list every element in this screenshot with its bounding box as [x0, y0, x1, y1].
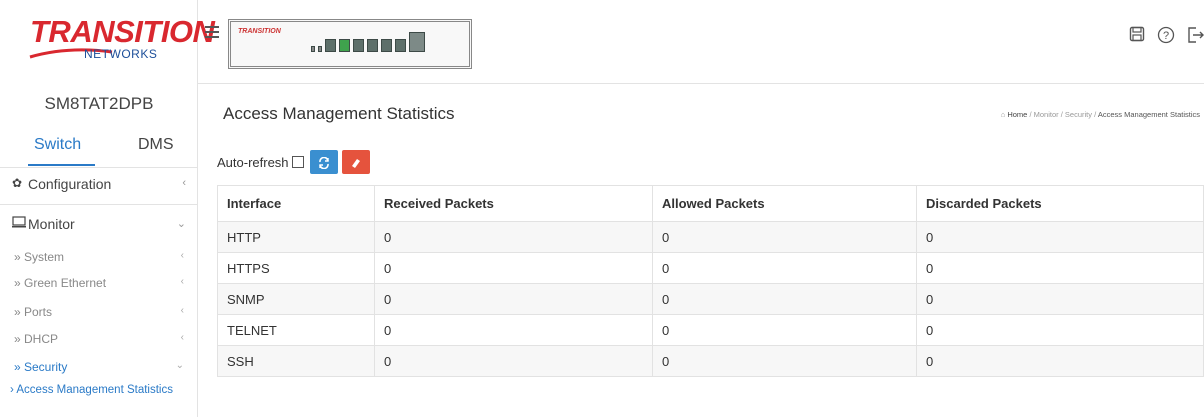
sfp-port	[409, 32, 425, 52]
auto-refresh-checkbox[interactable]	[291, 156, 304, 168]
menu-toggle-icon[interactable]	[205, 26, 219, 40]
home-icon: ⌂	[1000, 110, 1006, 119]
refresh-controls: Auto-refresh	[217, 150, 374, 174]
chevron-left-icon: ‹	[180, 276, 184, 287]
table-header-row: Interface Received Packets Allowed Packe…	[217, 185, 1204, 222]
cell-interface: HTTP	[217, 221, 375, 253]
chevron-left-icon: ‹	[180, 332, 184, 343]
breadcrumb-home[interactable]: Home	[1007, 110, 1027, 119]
column-header-interface: Interface	[217, 185, 375, 222]
cell-interface: HTTPS	[217, 252, 375, 284]
cell-received: 0	[374, 221, 653, 253]
sidebar-leaf-label: › Access Management Statistics	[10, 384, 173, 396]
table-row: HTTPS 0 0 0	[217, 252, 1204, 284]
sidebar-subitem-label: » Security	[14, 360, 68, 374]
chevron-down-icon: ⌄	[175, 360, 184, 371]
device-ports	[311, 32, 425, 52]
sidebar-subitem-label: » DHCP	[14, 332, 59, 346]
cell-allowed: 0	[652, 314, 917, 346]
cell-discarded: 0	[916, 314, 1204, 346]
chevron-left-icon: ‹	[182, 177, 186, 189]
device-model: SM8TAT2DPB	[44, 94, 154, 113]
port-6	[395, 39, 406, 52]
breadcrumb-current: Access Management Statistics	[1097, 110, 1200, 119]
sidebar-item-configuration[interactable]: ✿ Configuration ‹	[0, 176, 198, 196]
breadcrumb: ⌂ Home / Monitor / Security / Access Man…	[1001, 110, 1200, 119]
gear-icon: ✿	[12, 176, 23, 190]
sidebar-divider	[0, 204, 198, 205]
refresh-icon	[318, 156, 329, 169]
logo-text: TRANSITION	[30, 14, 215, 49]
svg-text:?: ?	[1163, 30, 1169, 42]
sidebar: SM8TAT2DPB Switch DMS ✿ Configuration ‹ …	[0, 84, 198, 417]
sidebar-tabs: Switch DMS	[0, 132, 198, 168]
statistics-table: Interface Received Packets Allowed Packe…	[217, 185, 1204, 377]
top-header: TRANSITION NETWORKS TRANSITION ?	[0, 0, 1204, 84]
port-2	[339, 39, 350, 52]
port-led	[311, 46, 315, 52]
logout-icon[interactable]	[1186, 26, 1204, 44]
chevron-left-icon: ‹	[180, 305, 184, 316]
cell-allowed: 0	[652, 221, 917, 253]
cell-discarded: 0	[916, 252, 1204, 284]
chevron-down-icon: ⌄	[176, 218, 186, 230]
cell-discarded: 0	[916, 283, 1204, 315]
main-content: Access Management Statistics ⌂ Home / Mo…	[199, 84, 1204, 417]
eraser-icon	[351, 158, 360, 168]
cell-interface: TELNET	[217, 314, 375, 346]
chevron-left-icon: ‹	[180, 250, 184, 261]
cell-received: 0	[374, 345, 653, 377]
sidebar-subitem-label: » Ports	[14, 305, 53, 319]
breadcrumb-monitor[interactable]: Monitor	[1034, 110, 1059, 119]
brand-logo[interactable]: TRANSITION NETWORKS	[0, 0, 215, 84]
help-icon[interactable]: ?	[1157, 26, 1175, 44]
table-row: SNMP 0 0 0	[217, 283, 1204, 315]
cell-discarded: 0	[916, 221, 1204, 253]
cell-received: 0	[374, 283, 653, 315]
port-3	[353, 39, 364, 52]
port-5	[381, 39, 392, 52]
breadcrumb-security[interactable]: Security	[1065, 110, 1092, 119]
sidebar-subitem-label: » Green Ethernet	[14, 276, 107, 290]
cell-discarded: 0	[916, 345, 1204, 377]
cell-allowed: 0	[652, 345, 917, 377]
clear-button[interactable]	[341, 150, 370, 174]
cell-received: 0	[374, 314, 653, 346]
cell-interface: SSH	[217, 345, 375, 377]
tab-switch[interactable]: Switch	[27, 136, 96, 166]
table-row: HTTP 0 0 0	[217, 221, 1204, 253]
column-header-received: Received Packets	[374, 185, 653, 222]
port-led	[318, 46, 322, 52]
cell-allowed: 0	[652, 252, 917, 284]
sidebar-subitem-label: » System	[14, 250, 65, 264]
sidebar-item-label: Configuration	[28, 176, 112, 192]
device-panel-image: TRANSITION	[228, 19, 472, 69]
device-brand-text: TRANSITION	[238, 28, 281, 35]
column-header-allowed: Allowed Packets	[652, 185, 917, 222]
sidebar-item-monitor[interactable]: Monitor ⌄	[0, 216, 198, 236]
cell-interface: SNMP	[217, 283, 375, 315]
save-icon[interactable]	[1128, 26, 1146, 44]
cell-allowed: 0	[652, 283, 917, 315]
logo-subtext: NETWORKS	[84, 47, 158, 61]
table-row: TELNET 0 0 0	[217, 314, 1204, 346]
table-row: SSH 0 0 0	[217, 345, 1204, 377]
port-4	[367, 39, 378, 52]
page-title: Access Management Statistics	[223, 104, 455, 123]
sidebar-leaf-access-management-statistics[interactable]: › Access Management Statistics	[0, 383, 198, 415]
refresh-button[interactable]	[309, 150, 338, 174]
column-header-discarded: Discarded Packets	[916, 185, 1204, 222]
cell-received: 0	[374, 252, 653, 284]
monitor-icon	[12, 216, 26, 231]
auto-refresh-label: Auto-refresh	[217, 154, 289, 170]
sidebar-item-label: Monitor	[28, 216, 75, 232]
tab-dms[interactable]: DMS	[138, 136, 174, 154]
port-1	[325, 39, 336, 52]
